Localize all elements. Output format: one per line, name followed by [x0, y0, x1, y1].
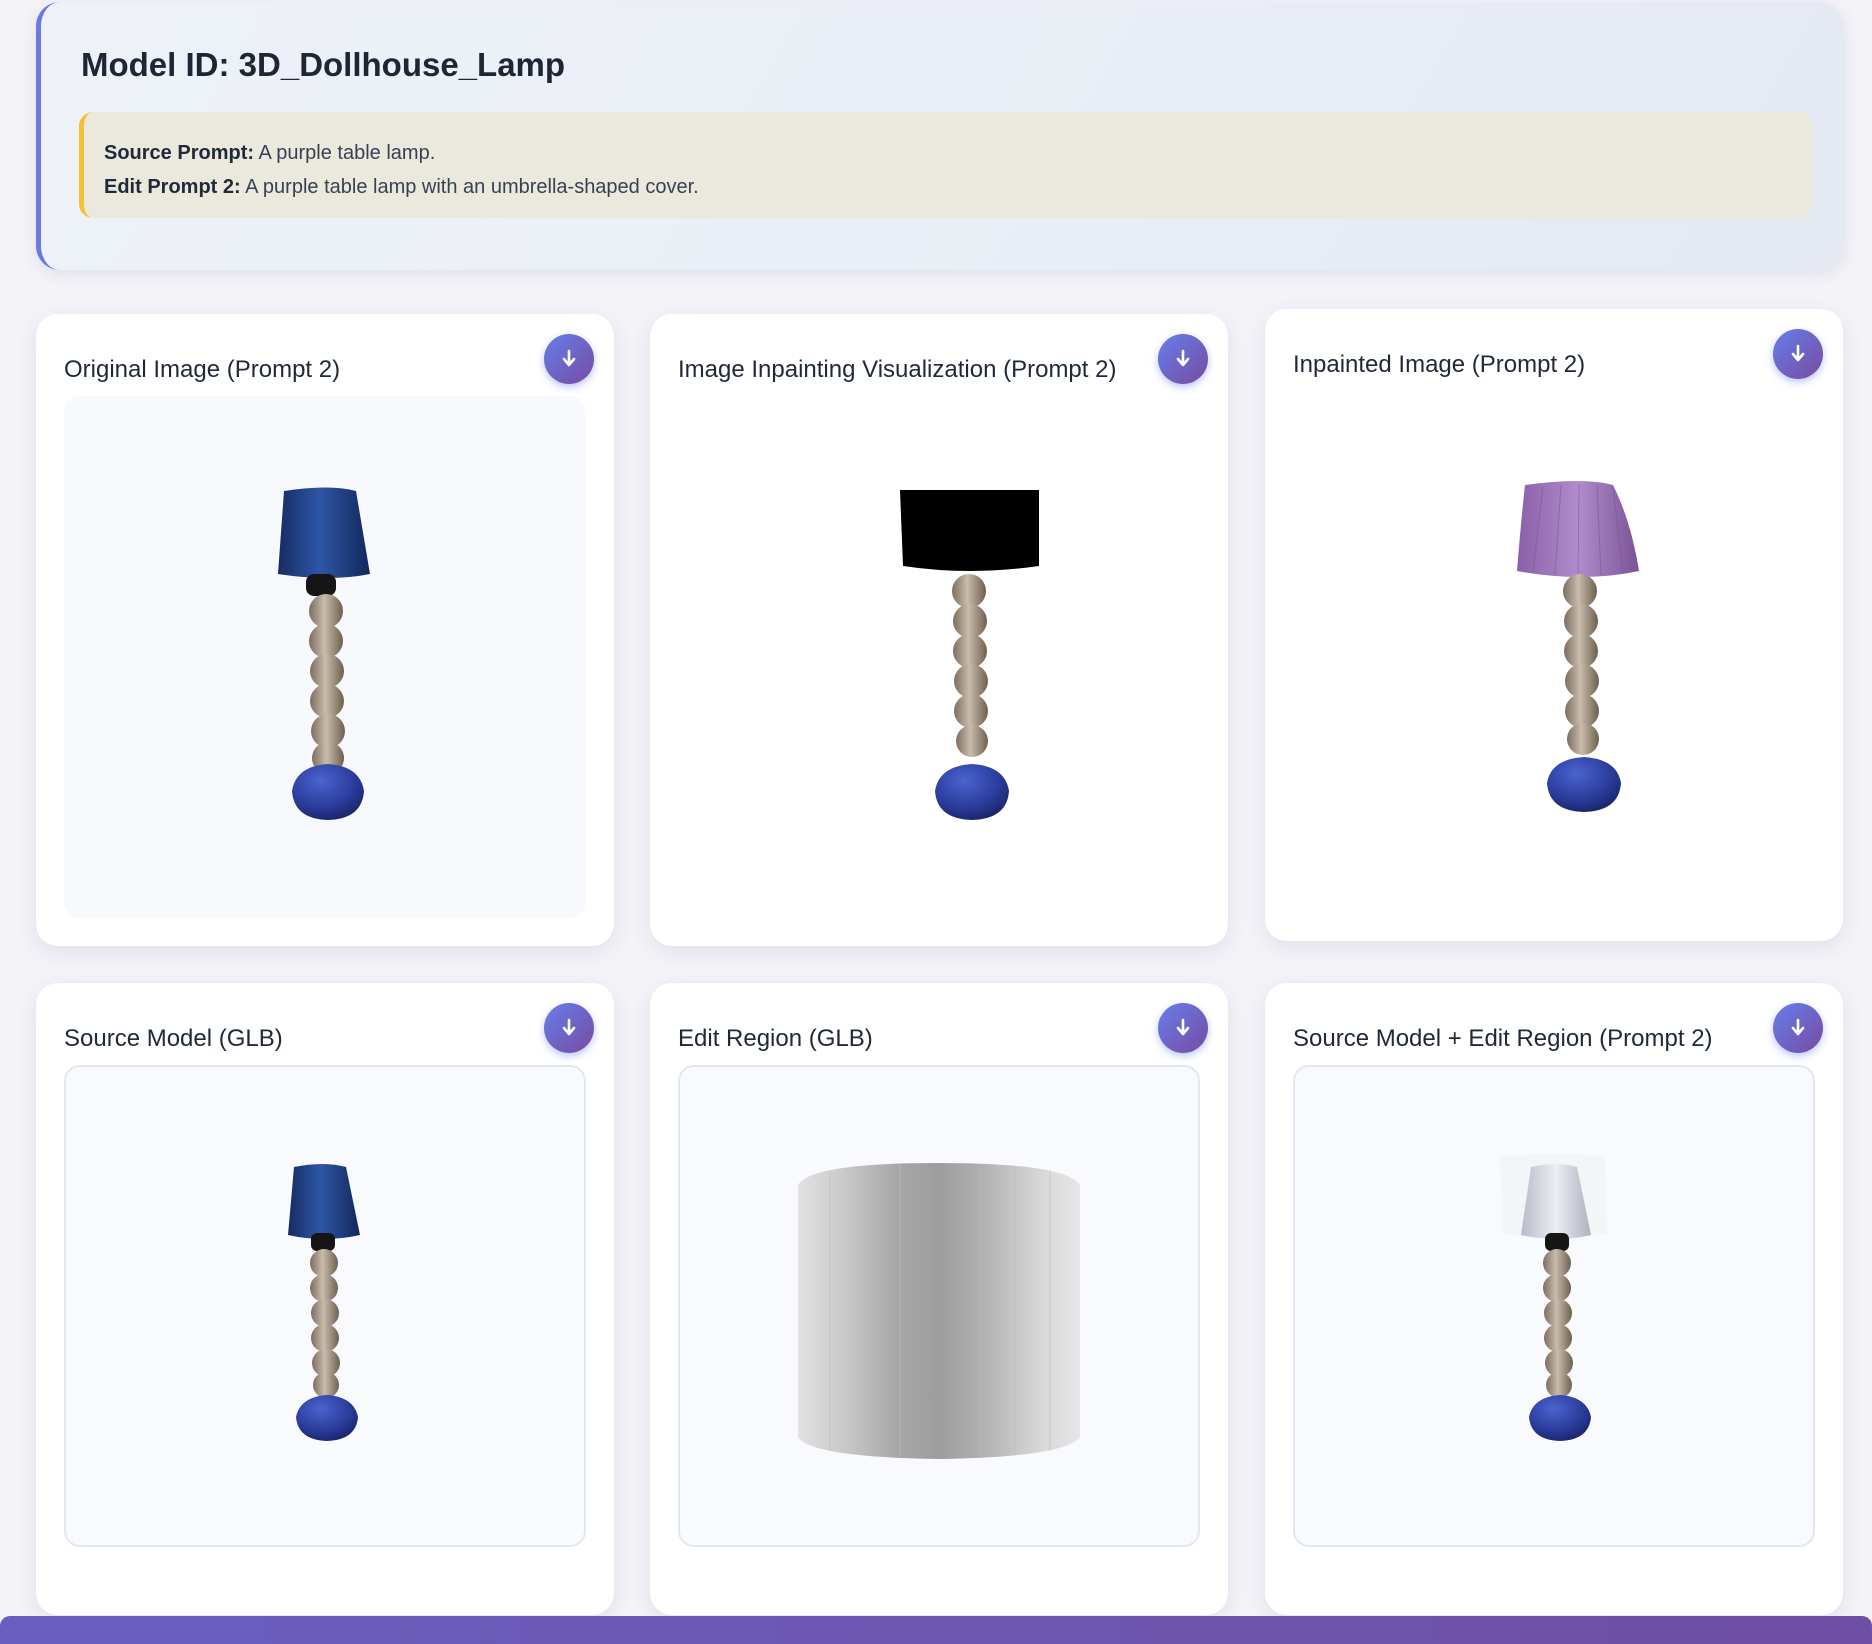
inpainted-image-frame [1293, 391, 1815, 913]
combined-model-viewer[interactable] [1293, 1065, 1815, 1547]
download-icon [1791, 344, 1805, 362]
download-icon [1791, 1018, 1805, 1036]
card-title: Source Model (GLB) [64, 1025, 283, 1052]
edit-region-card: Edit Region (GLB) [650, 983, 1228, 1615]
source-prompt-text: A purple table lamp. [258, 142, 436, 164]
source-prompt-label: Source Prompt: [104, 142, 255, 164]
cylinder-model [798, 1163, 1080, 1459]
card-title: Image Inpainting Visualization (Prompt 2… [678, 356, 1117, 383]
lamp-image [278, 487, 370, 820]
download-icon [1176, 349, 1190, 367]
prompt-box: Source Prompt: A purple table lamp. Edit… [79, 112, 1812, 218]
download-icon [562, 349, 576, 367]
mask-image [900, 490, 1039, 820]
edit-prompt-label: Edit Prompt 2: [104, 176, 241, 198]
edit-prompt-text: A purple table lamp with an umbrella-sha… [245, 176, 699, 198]
inpainting-visualization-card: Image Inpainting Visualization (Prompt 2… [650, 314, 1228, 946]
lamp-image [1517, 481, 1639, 812]
download-button[interactable] [544, 1003, 594, 1053]
card-title: Original Image (Prompt 2) [64, 356, 341, 383]
combined-model-card: Source Model + Edit Region (Prompt 2) [1265, 983, 1843, 1615]
source-model-card: Source Model (GLB) [36, 983, 614, 1615]
page: Model ID: 3D_Dollhouse_Lamp Source Promp… [0, 0, 1872, 1644]
card-title: Inpainted Image (Prompt 2) [1293, 351, 1586, 378]
edit-region-viewer[interactable] [678, 1065, 1200, 1547]
original-image-card: Original Image (Prompt 2) [36, 314, 614, 946]
lamp-model-with-region [1500, 1154, 1607, 1441]
download-button[interactable] [1773, 329, 1823, 379]
download-button[interactable] [1158, 334, 1208, 384]
footer-bar [0, 1616, 1872, 1644]
download-icon [1176, 1018, 1190, 1036]
inpainting-visualization-frame [678, 396, 1200, 918]
download-icon [562, 1018, 576, 1036]
original-image-frame [64, 396, 586, 918]
source-prompt-line: Source Prompt: A purple table lamp. [104, 136, 1792, 170]
model-header: Model ID: 3D_Dollhouse_Lamp Source Promp… [36, 2, 1844, 270]
source-model-viewer[interactable] [64, 1065, 586, 1547]
lamp-model [288, 1164, 360, 1441]
model-id-title: Model ID: 3D_Dollhouse_Lamp [81, 46, 566, 83]
card-title: Edit Region (GLB) [678, 1025, 873, 1052]
edit-prompt-line: Edit Prompt 2: A purple table lamp with … [104, 170, 1792, 204]
card-title: Source Model + Edit Region (Prompt 2) [1293, 1025, 1713, 1052]
download-button[interactable] [1158, 1003, 1208, 1053]
download-button[interactable] [544, 334, 594, 384]
download-button[interactable] [1773, 1003, 1823, 1053]
inpainted-image-card: Inpainted Image (Prompt 2) [1265, 309, 1843, 941]
